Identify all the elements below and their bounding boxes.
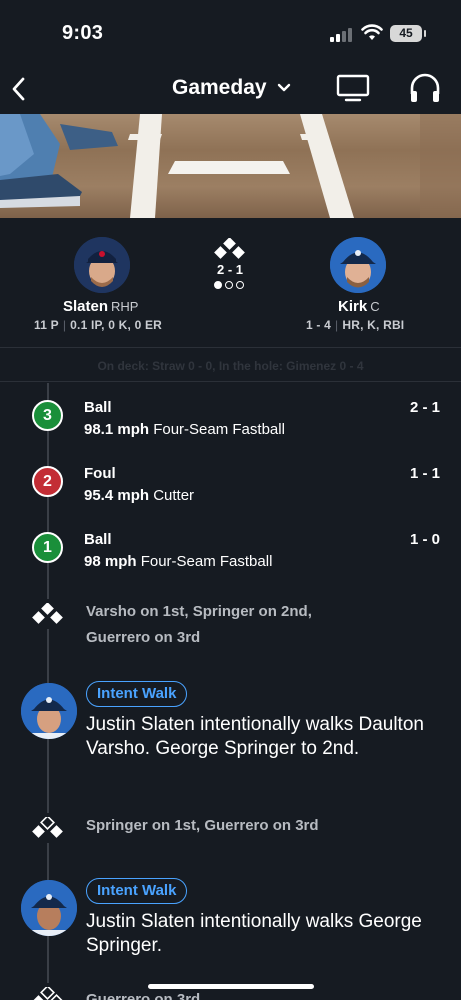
outs-indicator [214, 281, 244, 289]
batter-avatar[interactable] [330, 237, 386, 293]
headphones-icon[interactable] [408, 72, 442, 104]
status-time: 9:03 [62, 22, 104, 44]
intent-walk-badge: Intent Walk [86, 681, 188, 707]
event-description: Justin Slaten intentionally walks George… [86, 911, 422, 956]
player-avatar [21, 880, 77, 936]
intent-walk-badge: Intent Walk [86, 878, 188, 904]
batter-stats: 1 - 4 | HR, K, RBI [306, 318, 405, 332]
pitch-number-badge: 1 [32, 532, 63, 563]
pitch-row[interactable]: 3 Ball 98.1 mph Four-Seam Fastball 2 - 1 [0, 393, 461, 453]
pitch-row[interactable]: 2 Foul 95.4 mph Cutter 1 - 1 [0, 459, 461, 519]
pitch-count: 1 - 1 [409, 465, 440, 482]
pitch-row[interactable]: 1 Ball 98 mph Four-Seam Fastball 1 - 0 [0, 525, 461, 585]
status-bar: 9:03 45 [0, 0, 461, 64]
on-deck-text: On deck: Straw 0 - 0, In the hole: Gimen… [0, 350, 461, 382]
pitch-detail: 98 mph Four-Seam Fastball [84, 553, 273, 570]
pitch-detail: 98.1 mph Four-Seam Fastball [84, 421, 285, 438]
batter-position: C [370, 299, 380, 314]
chevron-left-icon[interactable] [10, 76, 26, 102]
home-indicator[interactable] [148, 984, 314, 989]
signal-icon [330, 28, 352, 42]
out-dot [225, 281, 233, 289]
page-title: Gameday [172, 76, 267, 99]
player-avatar [21, 683, 77, 739]
battery-icon: 45 [390, 25, 426, 42]
batter-name: Kirk C [338, 298, 380, 315]
bases-diamond-icon [31, 599, 65, 629]
runners-text: Varsho on 1st, Springer on 2nd, Guerrero… [86, 603, 312, 646]
pitch-result: Foul [84, 465, 116, 482]
event-description: Justin Slaten intentionally walks Daulto… [86, 714, 424, 759]
out-dot [214, 281, 222, 289]
pitch-count: 2 - 1 [409, 399, 440, 416]
bases-diamond-icon [31, 813, 65, 843]
gameday-dropdown[interactable]: Gameday [172, 76, 291, 100]
pitch-number-badge: 2 [32, 466, 63, 497]
bases-diamond-icon [31, 983, 65, 1000]
wifi-icon [361, 24, 383, 40]
out-dot [236, 281, 244, 289]
ball-strike-count: 2 - 1 [216, 262, 243, 277]
runners-text: Springer on 1st, Guerrero on 3rd [86, 817, 319, 834]
matchup-panel: Slaten RHP 11 P | 0.1 IP, 0 K, 0 ER 2 - 1 K… [0, 218, 461, 348]
tv-icon[interactable] [336, 74, 370, 102]
pitcher-name: Slaten RHP [63, 298, 139, 315]
pitcher-avatar[interactable] [74, 237, 130, 293]
chevron-down-icon [277, 83, 290, 92]
field-image [0, 114, 461, 218]
pitch-detail: 95.4 mph Cutter [84, 487, 195, 504]
pitch-number-badge: 3 [32, 400, 63, 431]
pitch-count: 1 - 0 [409, 531, 440, 548]
play-feed: 3 Ball 98.1 mph Four-Seam Fastball 2 - 1… [0, 383, 461, 1000]
nav-bar: Gameday [0, 64, 461, 114]
pitch-result: Ball [84, 531, 112, 548]
pitcher-stats: 11 P | 0.1 IP, 0 K, 0 ER [34, 318, 163, 332]
bases-diamond-icon [214, 238, 245, 259]
pitch-result: Ball [84, 399, 112, 416]
pitcher-position: RHP [111, 299, 139, 314]
